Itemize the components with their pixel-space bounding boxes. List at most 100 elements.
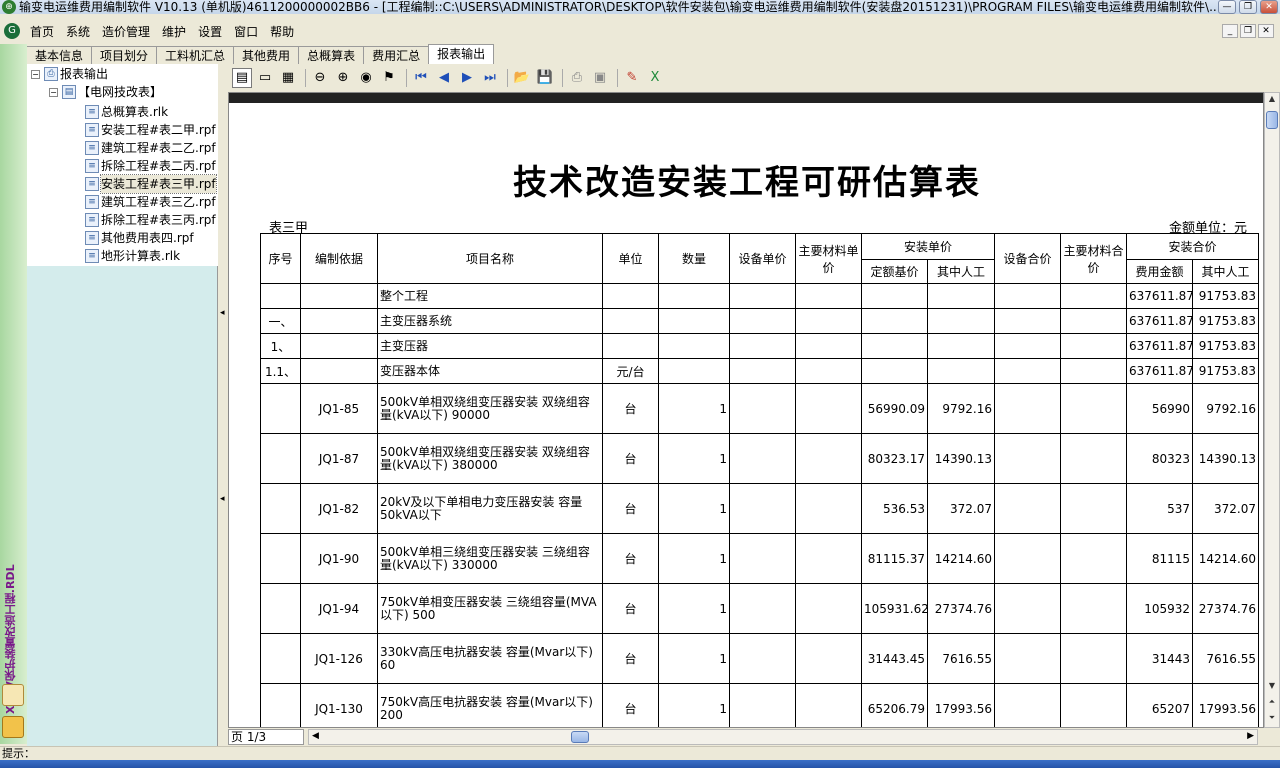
mdi-close-icon[interactable]: ✕ [1258, 24, 1274, 38]
chart-icon[interactable]: ✎ [622, 68, 642, 88]
zoom-select-icon[interactable]: ◉ [356, 68, 376, 88]
menu-maintenance[interactable]: 维护 [156, 23, 192, 40]
collapse-left-icon[interactable]: ◂ [220, 308, 225, 318]
tab-fee-summary[interactable]: 费用汇总 [363, 46, 430, 64]
tree-item-label: 安装工程#表三甲.rpf [100, 174, 217, 194]
building-icon[interactable] [2, 716, 24, 738]
header-equip-total: 设备合价 [994, 233, 1062, 284]
tree-item-build-3b[interactable]: ≡ 建筑工程#表三乙.rpf [85, 193, 216, 211]
first-page-icon[interactable]: ⏮ [411, 68, 431, 88]
tree-item-install-3a[interactable]: ≡ 安装工程#表三甲.rpf [85, 174, 217, 194]
scroll-right-icon[interactable]: ▶ [1247, 731, 1254, 741]
menu-settings[interactable]: 设置 [192, 23, 228, 40]
report-viewport[interactable]: 技术改造安装工程可研估算表 表三甲 金额单位：元 序号 编制依据 项目名称 单位… [228, 92, 1264, 728]
table-cell [861, 283, 928, 309]
scroll-up-icon[interactable]: ▲ [1266, 94, 1278, 108]
table-cell: 91753.83 [1192, 358, 1260, 384]
menu-window[interactable]: 窗口 [228, 23, 264, 40]
tab-material-summary[interactable]: 工料机汇总 [156, 46, 235, 64]
scroll-left-icon[interactable]: ◀ [312, 731, 319, 741]
menu-system[interactable]: 系统 [60, 23, 96, 40]
table-cell: 20kV及以下单相电力变压器安装 容量50kVA以下 [377, 483, 603, 534]
page-up-icon[interactable]: ⏶ [1266, 697, 1278, 711]
collapse-left-icon-2[interactable]: ◂ [220, 494, 225, 504]
collapse-icon[interactable]: − [31, 69, 40, 79]
report-tree-panel: − ⎙ 报表输出 − ▤ 【电网技改表】 ≡ 总概算表.rlk ≡ 安装工程#表… [27, 64, 218, 746]
table-cell [658, 358, 730, 384]
next-page-icon[interactable]: ▶ [457, 68, 477, 88]
table-cell: 81115 [1126, 533, 1194, 584]
print-icon[interactable]: ⎙ [567, 68, 587, 88]
panel-splitter[interactable]: ◂ ◂ [218, 64, 228, 746]
excel-export-icon[interactable]: X [645, 68, 665, 88]
table-cell [1060, 433, 1128, 484]
single-page-icon[interactable]: ▭ [255, 68, 275, 88]
toolbar-separator [305, 69, 306, 87]
vertical-scroll-thumb[interactable] [1266, 111, 1278, 129]
collapse-icon[interactable]: − [49, 87, 58, 97]
horizontal-scrollbar[interactable]: ◀ ▶ [308, 729, 1258, 745]
table-cell [602, 283, 659, 309]
tab-report-output[interactable]: 报表输出 [428, 44, 495, 64]
restore-icon[interactable]: ❐ [1239, 0, 1257, 14]
scroll-down-icon[interactable]: ▼ [1266, 681, 1278, 695]
page-layout-icon[interactable]: ▤ [232, 68, 252, 88]
menu-home[interactable]: 首页 [24, 23, 60, 40]
menu-help[interactable]: 帮助 [264, 23, 300, 40]
tab-project-division[interactable]: 项目划分 [91, 46, 158, 64]
table-cell [994, 308, 1062, 334]
minimize-icon[interactable]: — [1218, 0, 1236, 14]
tree-item-other-fees-4[interactable]: ≡ 其他费用表四.rpf [85, 229, 194, 247]
mdi-restore-icon[interactable]: ❐ [1240, 24, 1256, 38]
edit-icon[interactable] [2, 684, 24, 706]
report-file-icon: ≡ [85, 213, 99, 227]
table-cell: 637611.87 [1126, 358, 1194, 384]
report-file-icon: ≡ [85, 141, 99, 155]
report-file-icon: ≡ [85, 231, 99, 245]
prev-page-icon[interactable]: ◀ [434, 68, 454, 88]
tree-item-install-2a[interactable]: ≡ 安装工程#表二甲.rpf [85, 121, 216, 139]
app-window: ⊕ 输变电运维费用编制软件 V10.13 (单机版)4611200000002B… [0, 0, 1280, 768]
tree-root[interactable]: − ⎙ 报表输出 [31, 65, 108, 83]
tree-item-build-2b[interactable]: ≡ 建筑工程#表二乙.rpf [85, 139, 216, 157]
zoom-in-icon[interactable]: ⊕ [333, 68, 353, 88]
tree-item-label: 拆除工程#表二丙.rpf [101, 159, 216, 173]
table-cell: 14214.60 [1192, 533, 1260, 584]
tree-item-demolish-3c[interactable]: ≡ 拆除工程#表三丙.rpf [85, 211, 216, 229]
tab-total-estimate[interactable]: 总概算表 [298, 46, 365, 64]
save-icon[interactable]: 💾 [535, 68, 555, 88]
tree-item-total-estimate[interactable]: ≡ 总概算表.rlk [85, 103, 168, 121]
tree-item-demolish-2c[interactable]: ≡ 拆除工程#表二丙.rpf [85, 157, 216, 175]
vertical-scrollbar[interactable]: ▲ ▼ ⏶ ⏷ [1264, 92, 1280, 728]
table-cell: 台 [602, 683, 659, 727]
last-page-icon[interactable]: ⏭ [480, 68, 500, 88]
open-icon[interactable]: 📂 [512, 68, 532, 88]
table-cell [795, 308, 862, 334]
horizontal-scroll-thumb[interactable] [571, 731, 589, 743]
find-icon[interactable]: ⚑ [379, 68, 399, 88]
table-cell: 9792.16 [926, 383, 996, 434]
menu-cost-management[interactable]: 造价管理 [96, 23, 156, 40]
print-setup-icon[interactable]: ▣ [590, 68, 610, 88]
table-cell: JQ1-87 [300, 433, 378, 484]
report-title: 技术改造安装工程可研估算表 [513, 163, 981, 203]
page-down-icon[interactable]: ⏷ [1266, 713, 1278, 727]
table-cell [260, 583, 301, 634]
close-icon[interactable]: ✕ [1260, 0, 1278, 14]
tab-other-fees[interactable]: 其他费用 [233, 46, 300, 64]
mdi-minimize-icon[interactable]: _ [1222, 24, 1238, 38]
tab-basic-info[interactable]: 基本信息 [26, 46, 93, 64]
report-tree: − ⎙ 报表输出 − ▤ 【电网技改表】 ≡ 总概算表.rlk ≡ 安装工程#表… [27, 64, 218, 266]
table-cell: 变压器本体 [377, 358, 603, 384]
zoom-out-icon[interactable]: ⊖ [310, 68, 330, 88]
table-cell [926, 283, 996, 309]
table-cell: 91753.83 [1192, 308, 1260, 334]
table-cell: 31443 [1126, 633, 1194, 684]
multi-page-icon[interactable]: ▦ [278, 68, 298, 88]
tree-group[interactable]: − ▤ 【电网技改表】 [49, 83, 162, 101]
tree-item-terrain[interactable]: ≡ 地形计算表.rlk [85, 247, 180, 265]
table-cell [1060, 483, 1128, 534]
table-cell [795, 683, 862, 727]
table-cell [1060, 633, 1128, 684]
table-cell: 元/台 [602, 358, 659, 384]
